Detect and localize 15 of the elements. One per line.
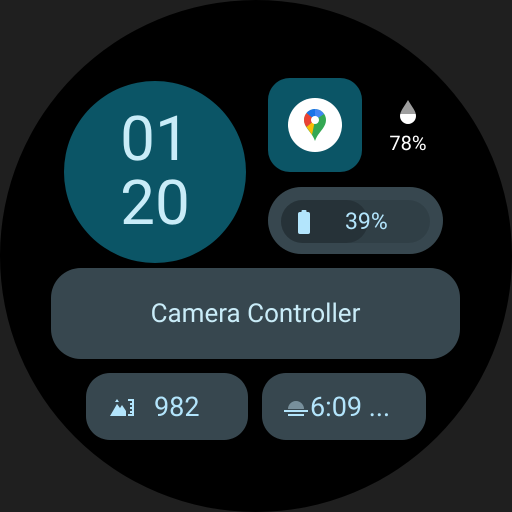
battery-complication[interactable]: 39% bbox=[268, 187, 443, 254]
humidity-value: 78% bbox=[389, 131, 427, 155]
clock-hour: 01 bbox=[120, 108, 190, 172]
elevation-icon bbox=[110, 398, 134, 416]
elevation-value: 982 bbox=[154, 390, 200, 422]
battery-icon bbox=[298, 210, 310, 234]
elevation-complication[interactable]: 982 bbox=[86, 373, 248, 440]
camera-controller-button[interactable]: Camera Controller bbox=[51, 268, 460, 359]
sunrise-value: 6:09 ... bbox=[310, 390, 390, 422]
battery-value: 39% bbox=[345, 208, 388, 235]
sunrise-complication[interactable]: 6:09 ... bbox=[262, 373, 426, 440]
water-drop-icon bbox=[398, 99, 418, 125]
map-pin-icon bbox=[288, 98, 342, 152]
clock-minute: 20 bbox=[120, 172, 190, 236]
app-tile[interactable] bbox=[268, 78, 362, 172]
